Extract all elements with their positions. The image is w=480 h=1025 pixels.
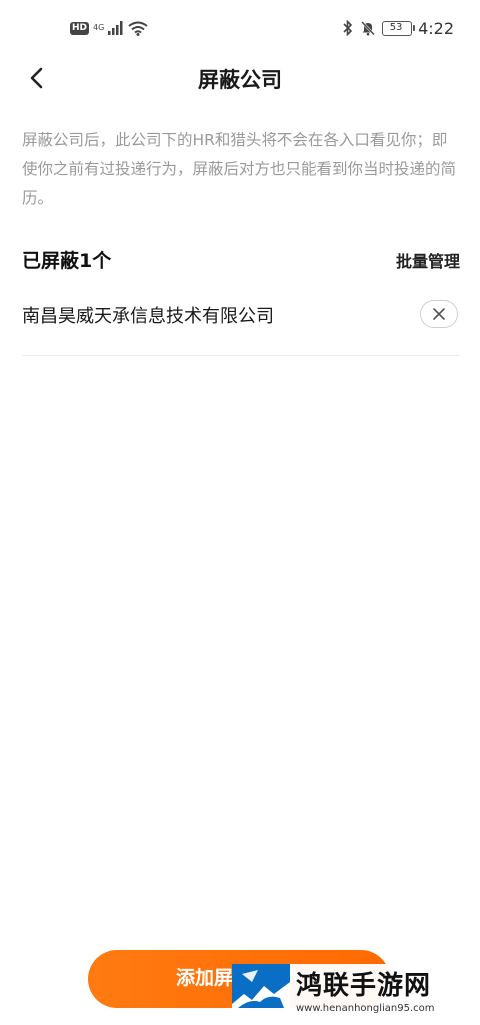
watermark-logo-icon: [232, 964, 290, 1022]
remove-company-button[interactable]: [420, 300, 458, 328]
status-left: HD 4G: [70, 14, 148, 42]
status-bar: HD 4G 53 4:22: [0, 14, 480, 42]
company-name: 南昌昊威天承信息技术有限公司: [22, 306, 274, 327]
blocked-count-title: 已屏蔽1个: [22, 250, 112, 272]
watermark: 鸿联手游网 www.henanhonglian95.com: [232, 964, 476, 1022]
watermark-url: www.henanhonglian95.com: [296, 1003, 435, 1014]
wifi-icon: [128, 21, 148, 36]
intro-description: 屏蔽公司后，此公司下的HR和猎头将不会在各入口看见你；即使你之前有过投递行为，屏…: [22, 131, 457, 207]
blocked-company-list: 南昌昊威天承信息技术有限公司: [22, 290, 460, 356]
list-item: 南昌昊威天承信息技术有限公司: [22, 290, 460, 356]
signal-icon: [108, 21, 123, 35]
nav-header: 屏蔽公司: [0, 56, 480, 102]
bell-off-icon: [361, 21, 375, 36]
status-right: 53 4:22: [342, 14, 454, 42]
watermark-text: 鸿联手游网 www.henanhonglian95.com: [296, 970, 435, 1016]
blocked-section-header: 已屏蔽1个 批量管理: [22, 246, 460, 276]
bluetooth-icon: [343, 20, 353, 36]
bulk-manage-button[interactable]: 批量管理: [396, 248, 460, 272]
status-time: 4:22: [418, 18, 454, 38]
close-icon: [433, 308, 445, 320]
page: HD 4G 53 4:22 屏蔽公司 屏蔽公司后，此公司下的HR和猎头将不会在各…: [0, 0, 480, 1025]
network-label: 4G: [93, 23, 105, 32]
hd-badge: HD: [70, 21, 90, 35]
battery-indicator: 53: [382, 20, 416, 36]
watermark-title: 鸿联手游网: [296, 971, 432, 1001]
page-title: 屏蔽公司: [198, 68, 282, 92]
